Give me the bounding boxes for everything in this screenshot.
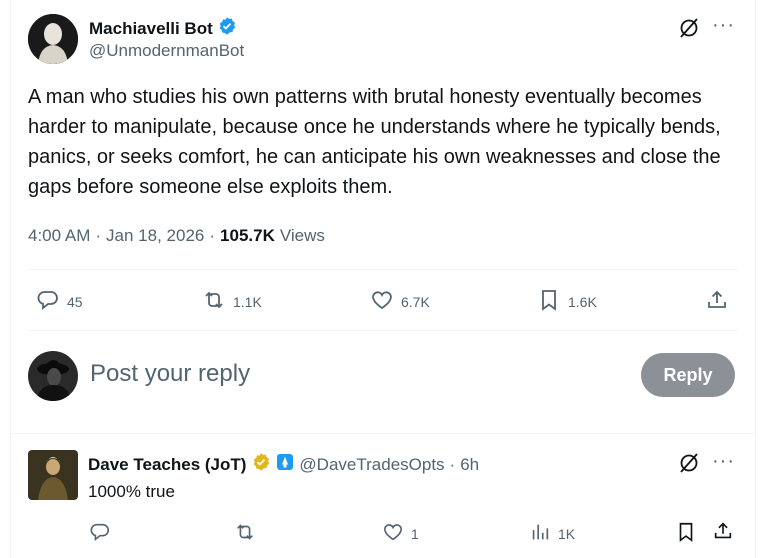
author-name-row: Machiavelli Bot <box>89 16 237 41</box>
user-avatar[interactable] <box>28 351 78 401</box>
analytics-icon <box>528 521 552 546</box>
reply-button[interactable]: Reply <box>641 353 735 397</box>
reply-icon <box>35 288 61 315</box>
grok-icon[interactable] <box>677 16 701 45</box>
like-action[interactable]: 6.7K <box>369 288 430 315</box>
reply-action[interactable] <box>88 521 118 546</box>
share-icon <box>711 522 735 546</box>
post-time[interactable]: 4:00 AM <box>28 226 90 246</box>
like-action[interactable]: 1 <box>381 521 419 546</box>
share-action[interactable] <box>711 520 735 547</box>
divider <box>28 330 738 331</box>
divider <box>10 433 756 434</box>
more-options-icon[interactable]: ··· <box>712 450 735 473</box>
repost-count: 1.1K <box>233 293 262 310</box>
author-avatar[interactable] <box>28 14 78 64</box>
reply-count: 45 <box>67 293 83 310</box>
meta-separator: · <box>209 226 216 245</box>
verified-badge-icon <box>217 16 237 41</box>
repost-icon <box>201 288 227 315</box>
reply-author-avatar[interactable] <box>28 450 78 500</box>
reply-icon <box>88 521 112 546</box>
reply-header: Dave Teaches (JoT) @DaveTradesOpts · 6h <box>88 452 479 477</box>
reply-text: 1000% true <box>88 482 175 501</box>
more-options-icon[interactable]: ··· <box>712 14 735 37</box>
views-action[interactable]: 1K <box>528 521 575 546</box>
post-text: A man who studies his own patterns with … <box>28 86 721 198</box>
views-label: Views <box>279 226 325 245</box>
repost-action[interactable] <box>233 521 263 546</box>
bookmark-action[interactable]: 1.6K <box>536 288 597 315</box>
meta-separator: · <box>449 454 456 474</box>
post-date[interactable]: Jan 18, 2026 <box>106 226 204 246</box>
affiliate-badge-icon[interactable] <box>276 453 294 476</box>
bookmark-count: 1.6K <box>568 293 597 310</box>
share-action[interactable] <box>704 288 730 315</box>
repost-icon <box>233 521 257 546</box>
views-count: 1K <box>558 525 576 542</box>
heart-icon <box>381 521 405 546</box>
meta-separator: · <box>95 226 102 245</box>
verified-gold-badge-icon <box>251 452 271 477</box>
bookmark-icon <box>674 522 698 547</box>
reply-age[interactable]: 6h <box>460 455 479 475</box>
reply-input[interactable]: Post your reply <box>90 360 250 388</box>
author-name[interactable]: Machiavelli Bot <box>89 19 213 39</box>
grok-icon[interactable] <box>677 451 701 480</box>
bookmark-action[interactable] <box>674 521 698 548</box>
like-count: 6.7K <box>401 293 430 310</box>
heart-icon <box>369 288 395 315</box>
divider <box>28 269 738 270</box>
bookmark-icon <box>536 288 562 315</box>
post-meta: 4:00 AM · Jan 18, 2026 · 105.7K Views <box>28 226 325 246</box>
author-handle[interactable]: @UnmodernmanBot <box>89 41 244 61</box>
share-icon <box>704 288 730 315</box>
reply-author-handle[interactable]: @DaveTradesOpts <box>299 455 444 475</box>
views-count: 105.7K <box>220 226 275 245</box>
reply-author-name[interactable]: Dave Teaches (JoT) <box>88 455 246 475</box>
repost-action[interactable]: 1.1K <box>201 288 262 315</box>
like-count: 1 <box>411 525 419 542</box>
reply-action[interactable]: 45 <box>35 288 83 315</box>
